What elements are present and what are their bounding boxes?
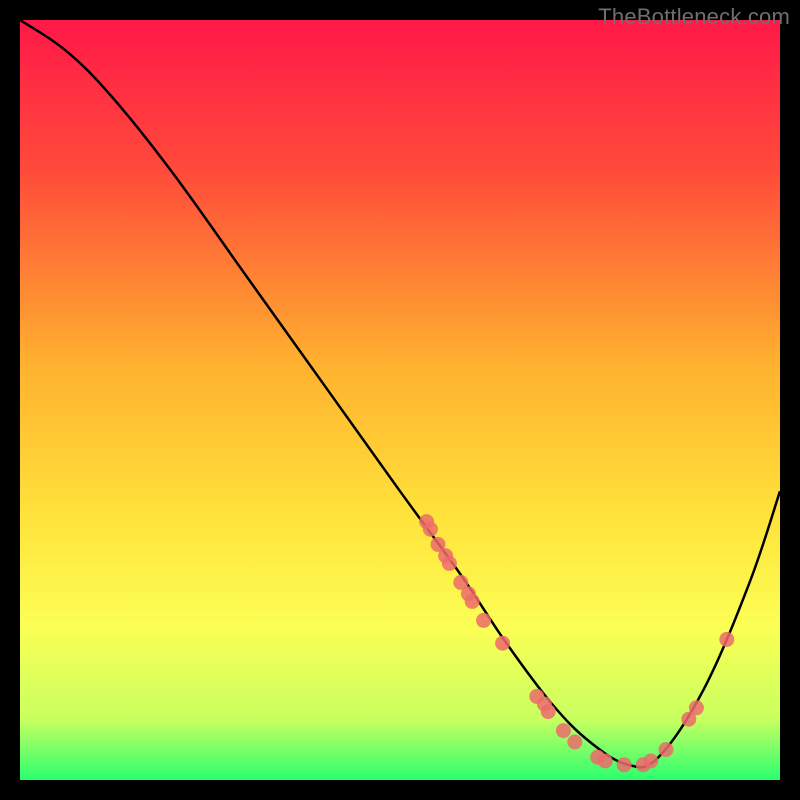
data-point bbox=[567, 735, 582, 750]
data-point bbox=[689, 700, 704, 715]
chart-background bbox=[20, 20, 780, 780]
data-point bbox=[442, 556, 457, 571]
data-point bbox=[617, 757, 632, 772]
data-point bbox=[719, 632, 734, 647]
data-point bbox=[659, 742, 674, 757]
data-point bbox=[423, 522, 438, 537]
data-point bbox=[495, 636, 510, 651]
attribution-label: TheBottleneck.com bbox=[598, 4, 790, 30]
bottleneck-chart bbox=[20, 20, 780, 780]
data-point bbox=[598, 754, 613, 769]
data-point bbox=[465, 594, 480, 609]
chart-stage: TheBottleneck.com bbox=[0, 0, 800, 800]
data-point bbox=[643, 754, 658, 769]
data-point bbox=[556, 723, 571, 738]
data-point bbox=[476, 613, 491, 628]
data-point bbox=[541, 704, 556, 719]
